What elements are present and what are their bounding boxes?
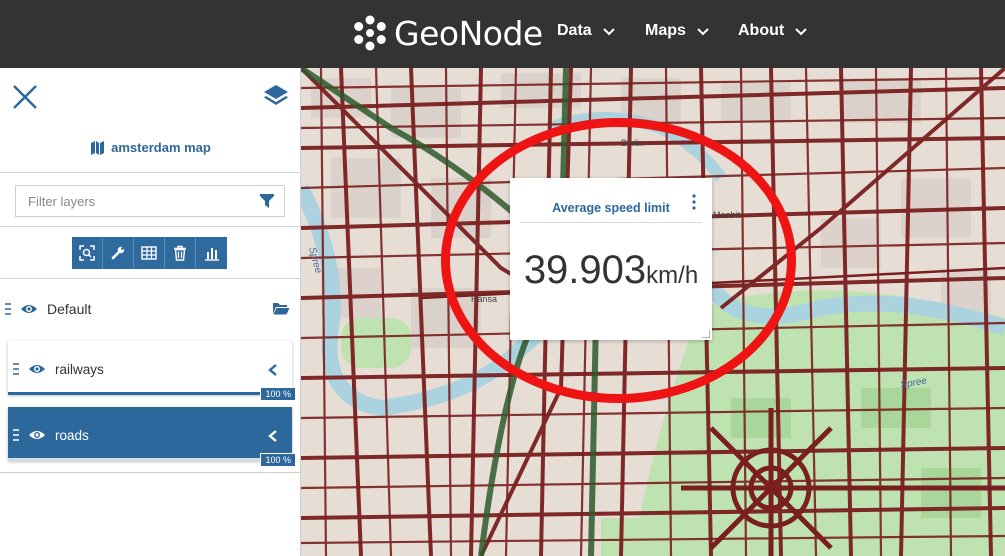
drag-handle-icon[interactable]: [5, 303, 11, 315]
map-icon: [91, 141, 105, 155]
nav-label: Data: [557, 22, 592, 39]
opacity-badge: 100 %: [260, 387, 296, 401]
bar-chart-icon: [204, 248, 219, 261]
nav-about-menu[interactable]: About: [738, 22, 808, 40]
nav-maps-menu[interactable]: Maps: [645, 22, 710, 40]
nav-data-menu[interactable]: Data: [557, 22, 616, 40]
map-title-label: amsterdam map: [111, 140, 211, 155]
top-navbar: GeoNode Data Maps About: [0, 0, 1005, 68]
layer-item-railways[interactable]: railways 100 %: [8, 341, 296, 401]
widget-value: 39.903km/h: [510, 248, 712, 293]
zoom-to-layer-button[interactable]: [72, 237, 103, 269]
folder-open-icon[interactable]: [272, 300, 290, 316]
map-title: amsterdam map: [0, 140, 301, 155]
nav-label: Maps: [645, 22, 686, 39]
attribute-table-button[interactable]: [134, 237, 165, 269]
widget-divider: [520, 222, 702, 223]
divider: [0, 172, 301, 173]
delete-layer-button[interactable]: [165, 237, 196, 269]
widget-number: 39.903: [523, 248, 647, 292]
opacity-badge: 100 %: [260, 453, 296, 467]
counter-widget[interactable]: Average speed limit 39.903km/h: [510, 178, 712, 340]
table-of-contents-panel: amsterdam map Filter layers Default rail…: [0, 68, 301, 556]
table-icon: [141, 246, 157, 260]
layers-icon[interactable]: [262, 82, 290, 110]
layer-toolbar: [72, 237, 227, 269]
layer-group-default[interactable]: Default: [0, 294, 301, 324]
layer-settings-button[interactable]: [103, 237, 134, 269]
chevron-left-icon[interactable]: [267, 363, 279, 377]
layer-item-roads[interactable]: roads 100 %: [8, 407, 296, 467]
close-icon[interactable]: [10, 82, 40, 112]
chevron-down-icon: [795, 28, 807, 36]
layer-name: railways: [55, 361, 104, 377]
group-label: Default: [47, 301, 92, 317]
nav-label: About: [738, 22, 785, 39]
chevron-down-icon: [697, 28, 709, 36]
brand-name: GeoNode: [394, 13, 543, 53]
opacity-bar[interactable]: [8, 458, 292, 461]
chevron-down-icon: [602, 28, 615, 36]
zoom-to-extent-icon: [79, 245, 95, 261]
resize-handle-icon[interactable]: [702, 330, 710, 338]
divider: [0, 472, 301, 473]
filter-layers-field[interactable]: [15, 185, 285, 217]
eye-icon[interactable]: [28, 363, 46, 375]
layer-name: roads: [55, 427, 89, 443]
svg-text:Hansa: Hansa: [471, 294, 497, 304]
drag-handle-icon[interactable]: [13, 429, 19, 441]
svg-text:Berlin: Berlin: [621, 138, 644, 148]
filter-funnel-icon: [260, 194, 274, 208]
geonode-logo[interactable]: GeoNode: [350, 12, 543, 54]
filter-layers-input[interactable]: [16, 186, 259, 216]
trash-icon: [174, 245, 186, 261]
svg-text:Moabit: Moabit: [713, 210, 741, 220]
chevron-left-icon[interactable]: [267, 429, 279, 443]
eye-icon[interactable]: [20, 303, 38, 315]
widget-title: Average speed limit: [552, 201, 670, 215]
create-widget-button[interactable]: [196, 237, 227, 269]
drag-handle-icon[interactable]: [13, 363, 19, 375]
opacity-bar[interactable]: [8, 392, 292, 395]
divider: [0, 226, 301, 227]
geonode-logo-icon: [354, 15, 386, 51]
divider: [0, 278, 301, 279]
wrench-icon: [111, 246, 125, 260]
eye-icon[interactable]: [28, 429, 46, 441]
widget-unit: km/h: [646, 262, 699, 289]
more-vertical-icon[interactable]: [692, 194, 696, 210]
